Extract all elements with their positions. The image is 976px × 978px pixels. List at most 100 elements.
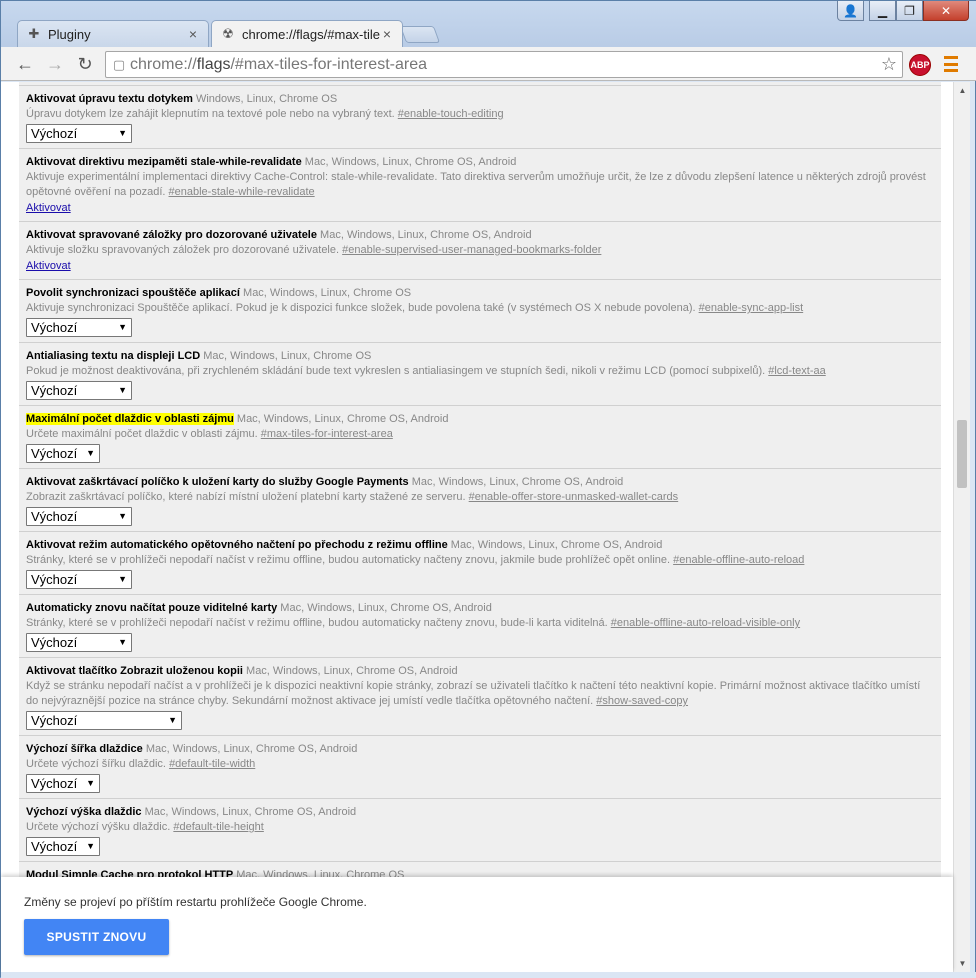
flag-enable-link[interactable]: Aktivovat xyxy=(26,201,71,216)
flag-select-value: Výchozí xyxy=(31,383,78,398)
flag-platforms: Mac, Windows, Linux, Chrome OS, Android xyxy=(411,476,624,488)
flag-title: Aktivovat tlačítko Zobrazit uloženou kop… xyxy=(26,665,243,677)
flag-item: Aktivovat tlačítko Zobrazit uloženou kop… xyxy=(19,658,941,736)
flag-platforms: Mac, Windows, Linux, Chrome OS, Android xyxy=(145,743,358,755)
flag-select-value: Výchozí xyxy=(31,446,78,461)
url-host: flags xyxy=(196,55,231,73)
flag-platforms: Mac, Windows, Linux, Chrome OS, Android xyxy=(280,602,492,614)
flag-anchor-link[interactable]: #show-saved-copy xyxy=(596,695,688,707)
page-icon: ▢ xyxy=(112,56,126,72)
scroll-down-arrow-icon[interactable]: ▼ xyxy=(954,955,971,972)
flag-select-value: Výchozí xyxy=(31,572,78,587)
window-bottom-border xyxy=(1,972,976,978)
flag-anchor-link[interactable]: #enable-supervised-user-managed-bookmark… xyxy=(342,244,601,256)
flag-item: Antialiasing textu na displeji LCD Mac, … xyxy=(19,343,941,406)
new-tab-button[interactable] xyxy=(399,26,441,43)
flag-select-value: Výchozí xyxy=(31,713,78,728)
flag-title: Aktivovat úpravu textu dotykem xyxy=(26,93,193,105)
flag-title: Antialiasing textu na displeji LCD xyxy=(26,350,201,362)
dropdown-arrow-icon: ▼ xyxy=(86,778,95,788)
scroll-thumb[interactable] xyxy=(957,420,967,488)
flag-anchor-link[interactable]: #default-tile-width xyxy=(169,758,255,770)
restart-button[interactable]: SPUSTIT ZNOVU xyxy=(24,919,169,955)
flag-anchor-link[interactable]: #enable-offer-store-unmasked-wallet-card… xyxy=(469,491,679,503)
forward-button[interactable]: → xyxy=(43,52,67,76)
flag-select-value: Výchozí xyxy=(31,126,78,141)
url-path: /#max-tiles-for-interest-area xyxy=(230,55,427,73)
tab-strip: ✚ Pluginy × ☢ chrome://flags/#max-tiles … xyxy=(1,1,976,47)
toolbar: ← → ↻ ▢ chrome://flags/#max-tiles-for-in… xyxy=(1,47,976,81)
url-scheme: chrome:// xyxy=(130,55,197,73)
flag-select[interactable]: Výchozí ▼ xyxy=(26,711,182,730)
dropdown-arrow-icon: ▼ xyxy=(118,322,127,332)
minimize-button[interactable]: ▁ xyxy=(869,1,896,21)
back-button[interactable]: ← xyxy=(13,52,37,76)
dropdown-arrow-icon: ▼ xyxy=(118,385,127,395)
dropdown-arrow-icon: ▼ xyxy=(118,511,127,521)
reload-button[interactable]: ↻ xyxy=(73,52,97,76)
flag-select[interactable]: Výchozí ▼ xyxy=(26,633,132,652)
flag-title: Výchozí výška dlaždic xyxy=(26,806,142,818)
flag-description: Aktivuje synchronizaci Spouštěče aplikac… xyxy=(26,302,696,314)
flag-anchor-link[interactable]: #enable-sync-app-list xyxy=(699,302,804,314)
flag-description: Stránky, které se v prohlížeči nepodaří … xyxy=(26,617,608,629)
flag-select[interactable]: Výchozí ▼ xyxy=(26,774,100,793)
flag-description: Určete výchozí výšku dlaždic. xyxy=(26,821,171,833)
tab-plugins[interactable]: ✚ Pluginy × xyxy=(17,20,209,47)
flag-anchor-link[interactable]: #lcd-text-aa xyxy=(768,365,825,377)
puzzle-icon: ✚ xyxy=(28,26,40,41)
flag-title: Aktivovat režim automatického opětovného… xyxy=(26,539,448,551)
flag-anchor-link[interactable]: #enable-offline-auto-reload-visible-only xyxy=(611,617,800,629)
flag-item: Výchozí výška dlaždic Mac, Windows, Linu… xyxy=(19,799,941,862)
vertical-scrollbar[interactable]: ▲ ▼ xyxy=(953,82,970,972)
bookmark-star-icon[interactable]: ☆ xyxy=(876,54,902,75)
flag-description: Aktivuje experimentální implementaci dir… xyxy=(26,171,926,198)
url-text[interactable]: chrome://flags/#max-tiles-for-interest-a… xyxy=(130,56,876,74)
close-window-button[interactable]: ✕ xyxy=(923,1,969,21)
flag-title: Povolit synchronizaci spouštěče aplikací xyxy=(26,287,240,299)
dropdown-arrow-icon: ▼ xyxy=(118,637,127,647)
flag-platforms: Mac, Windows, Linux, Chrome OS, Android xyxy=(246,665,458,677)
flag-item: Aktivovat spravované záložky pro dozorov… xyxy=(19,222,941,280)
tab-flags[interactable]: ☢ chrome://flags/#max-tiles × xyxy=(211,20,403,47)
flag-platforms: Mac, Windows, Linux, Chrome OS, Android xyxy=(450,539,663,551)
adblock-plus-icon[interactable]: ABP xyxy=(909,54,931,76)
address-bar[interactable]: ▢ chrome://flags/#max-tiles-for-interest… xyxy=(105,51,903,78)
flag-select[interactable]: Výchozí ▼ xyxy=(26,124,132,143)
flag-title: Aktivovat spravované záložky pro dozorov… xyxy=(26,229,317,241)
flag-select[interactable]: Výchozí ▼ xyxy=(26,570,132,589)
flag-select-value: Výchozí xyxy=(31,839,78,854)
flag-anchor-link[interactable]: #enable-stale-while-revalidate xyxy=(169,186,315,198)
flag-select[interactable]: Výchozí ▼ xyxy=(26,381,132,400)
flag-title: Automaticky znovu načítat pouze viditeln… xyxy=(26,602,278,614)
flag-platforms: Mac, Windows, Linux, Chrome OS, Android xyxy=(320,229,532,241)
flag-anchor-link[interactable]: #default-tile-height xyxy=(173,821,264,833)
flag-description: Když se stránku nepodaří načíst a v proh… xyxy=(26,680,921,707)
scroll-up-arrow-icon[interactable]: ▲ xyxy=(954,82,971,99)
flag-description: Určete výchozí šířku dlaždic. xyxy=(26,758,166,770)
flag-item: Aktivovat režim automatického opětovného… xyxy=(19,532,941,595)
flag-description: Aktivuje složku spravovaných záložek pro… xyxy=(26,244,340,256)
flag-platforms: Mac, Windows, Linux, Chrome OS, Android xyxy=(236,413,449,425)
flag-enable-link[interactable]: Aktivovat xyxy=(26,259,71,274)
flag-select[interactable]: Výchozí ▼ xyxy=(26,837,100,856)
flag-platforms: Mac, Windows, Linux, Chrome OS xyxy=(203,350,372,362)
user-icon[interactable]: 👤 xyxy=(837,1,864,21)
flag-select[interactable]: Výchozí ▼ xyxy=(26,507,132,526)
flag-anchor-link[interactable]: #enable-offline-auto-reload xyxy=(673,554,804,566)
flag-select[interactable]: Výchozí ▼ xyxy=(26,318,132,337)
flag-anchor-link[interactable]: #enable-touch-editing xyxy=(398,108,504,120)
flag-item: Aktivovat direktivu mezipaměti stale-whi… xyxy=(19,149,941,222)
tab-close-icon[interactable]: × xyxy=(186,26,200,42)
flag-title: Modul Simple Cache pro protokol HTTP xyxy=(26,869,234,877)
flag-select[interactable]: Výchozí ▼ xyxy=(26,444,100,463)
maximize-button[interactable]: ❐ xyxy=(896,1,923,21)
tab-title: Pluginy xyxy=(48,26,91,42)
chrome-menu-icon[interactable] xyxy=(944,56,958,72)
flag-platforms: Mac, Windows, Linux, Chrome OS, Android xyxy=(304,156,517,168)
flag-description: Zobrazit zaškrtávací políčko, které nabí… xyxy=(26,491,466,503)
flag-select-value: Výchozí xyxy=(31,776,78,791)
tab-close-icon[interactable]: × xyxy=(380,26,394,42)
flag-platforms: Mac, Windows, Linux, Chrome OS xyxy=(243,287,412,299)
flag-anchor-link[interactable]: #max-tiles-for-interest-area xyxy=(261,428,393,440)
